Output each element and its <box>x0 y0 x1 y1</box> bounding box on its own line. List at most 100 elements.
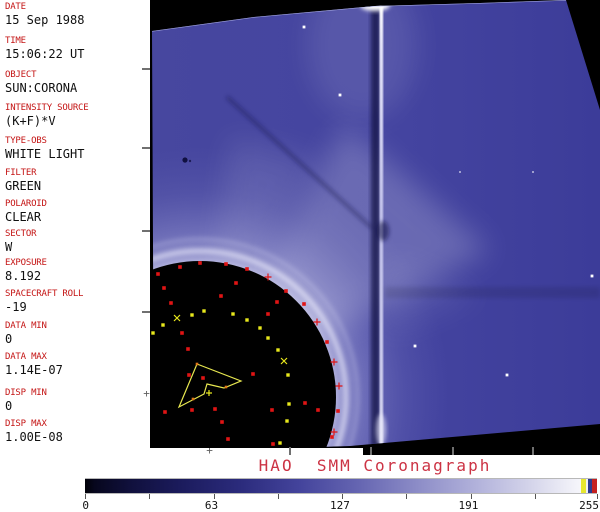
field-label: TIME <box>5 36 26 46</box>
yellow-fiducial-dot <box>190 313 194 317</box>
yellow-fiducial-dot <box>276 348 280 352</box>
yellow-fiducial-dot <box>278 441 282 445</box>
red-fiducial-dot <box>302 302 306 306</box>
orange-vertex-dot <box>195 362 199 366</box>
colorbar-tick <box>534 494 536 499</box>
red-fiducial-dot <box>271 442 275 446</box>
red-fiducial-dot <box>219 294 223 298</box>
red-fiducial-dot <box>284 289 288 293</box>
bottom-axis-tick <box>370 447 372 455</box>
red-fiducial-dot <box>220 420 224 424</box>
star-point <box>505 373 509 377</box>
red-fiducial-dot <box>190 408 194 412</box>
metadata-field-type-obs: TYPE-OBS WHITE LIGHT <box>5 136 150 161</box>
field-value: 15 Sep 1988 <box>5 13 85 27</box>
metadata-field-filter: FILTER GREEN <box>5 168 150 193</box>
dark-speck-tail <box>188 159 192 163</box>
red-fiducial-dot <box>270 408 274 412</box>
left-axis-tick <box>142 68 150 70</box>
red-fiducial-dot <box>162 286 166 290</box>
star-point-faint <box>532 171 534 173</box>
field-label: DISP MIN <box>5 388 47 398</box>
metadata-field-data-max: DATA MAX 1.14E-07 <box>5 352 150 377</box>
field-label: SPACECRAFT ROLL <box>5 289 84 299</box>
field-label: DATE <box>5 2 26 12</box>
colorbar-label: 127 <box>330 499 350 512</box>
red-fiducial-dot <box>266 312 270 316</box>
metadata-field-disp-min: DISP MIN 0 <box>5 388 150 413</box>
red-fiducial-dot <box>303 401 307 405</box>
star-point <box>302 25 306 29</box>
dark-speck <box>182 157 188 163</box>
red-fiducial-dot <box>187 373 191 377</box>
field-value: 15:06:22 UT <box>5 47 85 61</box>
colorbar-gradient <box>85 478 597 494</box>
field-label: DATA MIN <box>5 321 47 331</box>
left-axis-plus-tick: + <box>143 387 150 400</box>
bottom-left-margin <box>150 448 363 455</box>
field-label: OBJECT <box>5 70 37 80</box>
field-label: INTENSITY SOURCE <box>5 103 89 113</box>
field-label: TYPE-OBS <box>5 136 47 146</box>
red-fiducial-dot <box>198 261 202 265</box>
horizontal-band-artifact <box>385 287 600 298</box>
red-fiducial-dot <box>180 331 184 335</box>
field-value: (K+F)*V <box>5 114 56 128</box>
colorbar-tick <box>406 494 408 499</box>
left-axis-tick <box>142 147 150 149</box>
field-label: POLAROID <box>5 199 47 209</box>
red-fiducial-dot <box>213 407 217 411</box>
colorbar-tick <box>277 494 279 499</box>
colorbar-label: 0 <box>82 499 89 512</box>
yellow-fiducial-dot <box>161 323 165 327</box>
metadata-field-object: OBJECT SUN:CORONA <box>5 70 150 95</box>
orange-vertex-dot <box>191 397 195 401</box>
left-axis-tick <box>142 230 150 232</box>
metadata-field-sector: SECTOR W <box>5 229 150 254</box>
image-title: HAO SMM Coronagraph <box>258 456 492 475</box>
metadata-panel: DATE 15 Sep 1988 TIME 15:06:22 UT OBJECT SUN:… <box>0 0 150 512</box>
coronagraph-canvas <box>150 0 600 455</box>
yellow-fiducial-dot <box>258 326 262 330</box>
pylon-bottom-blob <box>376 414 386 446</box>
field-value: WHITE LIGHT <box>5 147 85 161</box>
field-value: CLEAR <box>5 210 42 224</box>
red-fiducial-dot <box>169 301 173 305</box>
coronagraph-image <box>150 0 600 455</box>
field-value: SUN:CORONA <box>5 81 78 95</box>
red-fiducial-dot <box>156 272 160 276</box>
field-label: DISP MAX <box>5 419 47 429</box>
red-fiducial-dot <box>234 281 238 285</box>
yellow-fiducial-dot <box>151 331 155 335</box>
field-label: FILTER <box>5 168 37 178</box>
yellow-fiducial-dot <box>266 336 270 340</box>
red-fiducial-dot <box>275 300 279 304</box>
yellow-fiducial-dot <box>285 419 289 423</box>
red-fiducial-dot <box>325 340 329 344</box>
orange-vertex-dot <box>224 385 228 389</box>
metadata-field-date: DATE 15 Sep 1988 <box>5 2 150 27</box>
metadata-field-time: TIME 15:06:22 UT <box>5 36 150 61</box>
field-value: 0 <box>5 399 13 413</box>
star-point-faint <box>459 171 461 173</box>
field-value: 0 <box>5 332 13 346</box>
yellow-fiducial-dot <box>286 373 290 377</box>
red-fiducial-dot <box>226 437 230 441</box>
red-fiducial-dot <box>201 376 205 380</box>
red-fiducial-dot <box>330 435 334 439</box>
left-axis-tick <box>142 311 150 313</box>
red-fiducial-dot <box>163 410 167 414</box>
metadata-field-polaroid: POLAROID CLEAR <box>5 199 150 224</box>
field-value: 1.14E-07 <box>5 363 63 377</box>
pylon-dark-knot <box>377 221 389 241</box>
red-fiducial-dot <box>251 372 255 376</box>
field-value: GREEN <box>5 179 42 193</box>
red-fiducial-dot <box>186 347 190 351</box>
colorbar-label: 255 <box>579 499 599 512</box>
colorbar-tick <box>149 494 151 499</box>
bottom-axis-tick <box>289 447 291 455</box>
field-label: EXPOSURE <box>5 258 47 268</box>
yellow-fiducial-dot <box>287 402 291 406</box>
bottom-axis-plus-tick: + <box>206 444 213 457</box>
colorbar: 0 63 127 191 255 <box>82 478 599 512</box>
